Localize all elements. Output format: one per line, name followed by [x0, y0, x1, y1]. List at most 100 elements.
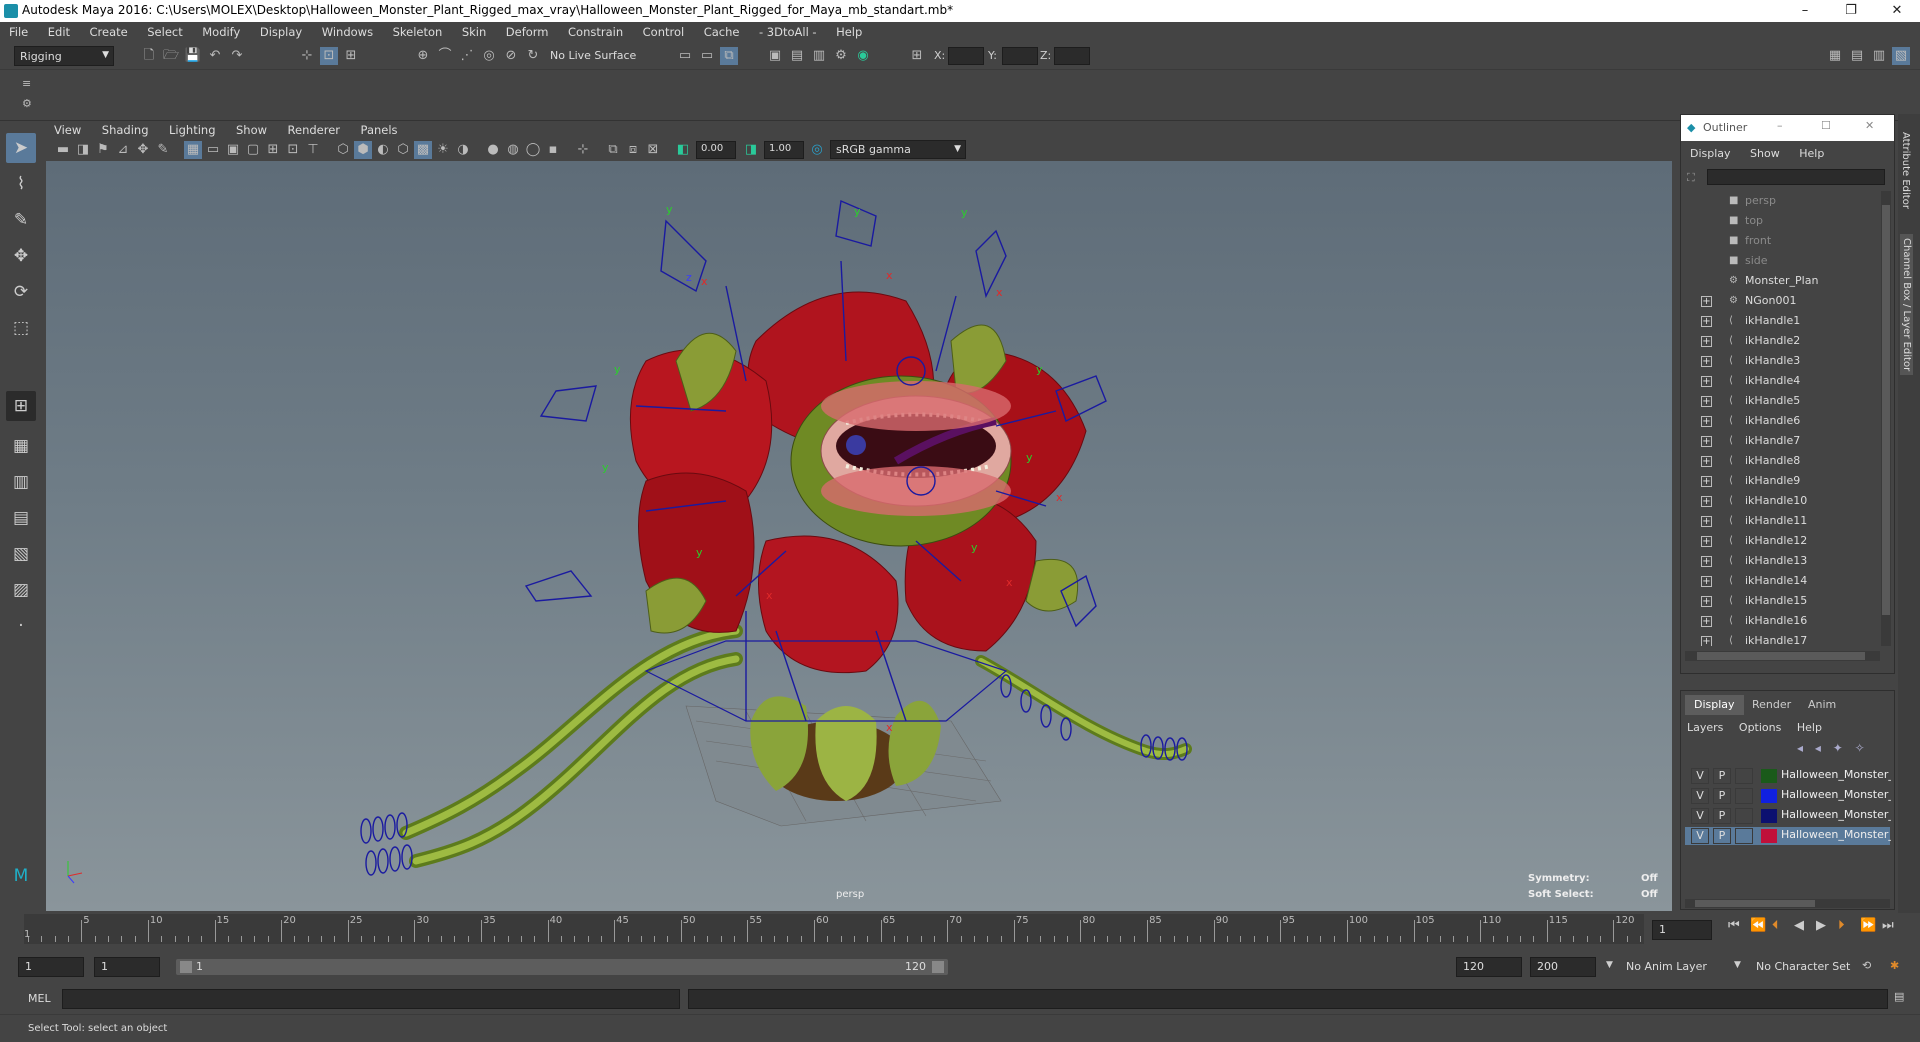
range-end-handle[interactable]	[932, 961, 944, 973]
panel-menu-lighting[interactable]: Lighting	[159, 121, 222, 137]
range-start-handle[interactable]	[180, 961, 192, 973]
menu-deform[interactable]: Deform	[497, 22, 556, 39]
hypershade-icon[interactable]: ◉	[854, 47, 872, 65]
outliner-item[interactable]: + ⟨ ikHandle7	[1685, 431, 1880, 451]
input-ops-icon[interactable]: ▭	[676, 47, 694, 65]
output-ops-icon[interactable]: ▭	[698, 47, 716, 65]
panel-menu-renderer[interactable]: Renderer	[278, 121, 348, 137]
outliner-item[interactable]: + ⟨ ikHandle3	[1685, 351, 1880, 371]
gate-mask-icon[interactable]: ▢	[244, 141, 262, 159]
expand-icon[interactable]: +	[1701, 376, 1712, 387]
layer-row[interactable]: V P Halloween_Monster_P	[1685, 827, 1891, 845]
outliner-hscrollbar[interactable]	[1685, 651, 1880, 661]
outliner-item[interactable]: ■ front	[1685, 231, 1880, 251]
layer-playback-toggle[interactable]: P	[1713, 828, 1731, 844]
menu-select[interactable]: Select	[138, 22, 189, 39]
anim-layer-dropdown[interactable]: ▼ No Anim Layer	[1604, 957, 1724, 977]
live-surface-label[interactable]: No Live Surface	[550, 49, 636, 62]
minimize-icon[interactable]: –	[1777, 119, 1783, 132]
layer-playback-toggle[interactable]: P	[1713, 808, 1731, 824]
select-hierarchy-icon[interactable]: ⊹	[298, 47, 316, 65]
outliner-item[interactable]: + ⟨ ikHandle9	[1685, 471, 1880, 491]
menu-constrain[interactable]: Constrain	[559, 22, 630, 39]
safe-action-icon[interactable]: ⊡	[284, 141, 302, 159]
layer-row[interactable]: V P Halloween_Monster_P	[1685, 807, 1891, 825]
step-back-frame-icon[interactable]: ⏴	[1772, 918, 1779, 933]
outliner-item[interactable]: + ⟨ ikHandle6	[1685, 411, 1880, 431]
layer-display-type-toggle[interactable]	[1735, 788, 1753, 804]
move-tool-icon[interactable]: ✥	[6, 241, 36, 271]
layer-tab-render[interactable]: Render	[1743, 695, 1800, 715]
rotate-tool-icon[interactable]: ⟳	[6, 277, 36, 307]
outliner-item[interactable]: + ⟨ ikHandle11	[1685, 511, 1880, 531]
layer-color-swatch[interactable]	[1761, 829, 1777, 843]
xray-icon[interactable]: ⧉	[604, 141, 622, 159]
outliner-item[interactable]: ■ persp	[1685, 191, 1880, 211]
expand-layouts-icon[interactable]: ·	[6, 611, 36, 641]
menu-skeleton[interactable]: Skeleton	[384, 22, 450, 39]
expand-icon[interactable]: +	[1701, 516, 1712, 527]
motion-blur-icon[interactable]: ◍	[504, 141, 522, 159]
gamma-field[interactable]: 1.00	[764, 141, 804, 159]
new-scene-icon[interactable]: 🗋	[140, 47, 158, 65]
outliner-item[interactable]: + ⟨ ikHandle10	[1685, 491, 1880, 511]
layer-visibility-toggle[interactable]: V	[1691, 808, 1709, 824]
render-view-icon[interactable]: ▣	[766, 47, 784, 65]
gamma-icon[interactable]: ◨	[742, 141, 760, 159]
scene-end-field[interactable]: 200	[1530, 957, 1596, 977]
layer-menu-options[interactable]: Options	[1739, 721, 1781, 734]
outliner-item[interactable]: + ⚙ NGon001	[1685, 291, 1880, 311]
snap-grid-icon[interactable]: ⊕	[414, 47, 432, 65]
expand-icon[interactable]: +	[1701, 536, 1712, 547]
playback-end-field[interactable]: 120	[1456, 957, 1522, 977]
minimize-button[interactable]: –	[1782, 0, 1828, 22]
menu-create[interactable]: Create	[81, 22, 135, 39]
render-current-icon[interactable]: ▤	[788, 47, 806, 65]
menu-file[interactable]: File	[0, 22, 35, 39]
range-slider-bar[interactable]: 1 120	[176, 959, 948, 975]
layer-visibility-toggle[interactable]: V	[1691, 768, 1709, 784]
layer-tab-display[interactable]: Display	[1685, 695, 1744, 715]
toggle-tool-settings-icon[interactable]: ▥	[1870, 47, 1888, 65]
outliner-item[interactable]: ⚙ Monster_Plan	[1685, 271, 1880, 291]
play-backward-icon[interactable]: ◀	[1794, 918, 1804, 933]
outliner-item[interactable]: + ⟨ ikHandle16	[1685, 611, 1880, 631]
transform-input-icon[interactable]: ⊞	[908, 47, 926, 65]
expand-icon[interactable]: +	[1701, 416, 1712, 427]
panel-menu-shading[interactable]: Shading	[92, 121, 156, 137]
resolution-gate-icon[interactable]: ▣	[224, 141, 242, 159]
undo-icon[interactable]: ↶	[206, 47, 224, 65]
filter-icon[interactable]: ⛶	[1687, 171, 1695, 185]
z-field[interactable]	[1054, 47, 1090, 65]
new-layer-icon[interactable]: ✦	[1833, 741, 1843, 755]
channel-box-tab[interactable]: Channel Box / Layer Editor	[1900, 234, 1913, 376]
expand-icon[interactable]: +	[1701, 336, 1712, 347]
playback-start-field[interactable]: 1	[94, 957, 160, 977]
exposure-icon[interactable]: ◧	[674, 141, 692, 159]
scene-start-field[interactable]: 1	[18, 957, 84, 977]
expand-icon[interactable]: +	[1701, 596, 1712, 607]
xray-components-icon[interactable]: ⊠	[644, 141, 662, 159]
render-settings-icon[interactable]: ⚙	[832, 47, 850, 65]
snap-curve-icon[interactable]: ⌒	[436, 47, 454, 65]
close-button[interactable]: ✕	[1874, 0, 1920, 22]
four-view-layout-icon[interactable]: ▦	[6, 431, 36, 461]
outliner-item[interactable]: + ⟨ ikHandle1	[1685, 311, 1880, 331]
layer-row[interactable]: V P Halloween_Monster_P	[1685, 787, 1891, 805]
expand-icon[interactable]: +	[1701, 356, 1712, 367]
snap-rotate-icon[interactable]: ↻	[524, 47, 542, 65]
move-layer-down-icon[interactable]: ◂	[1815, 741, 1821, 755]
step-back-key-icon[interactable]: ⏪	[1750, 918, 1766, 933]
menu-3dtoall[interactable]: - 3DtoAll -	[750, 22, 824, 39]
layer-display-type-toggle[interactable]	[1735, 768, 1753, 784]
menu-display[interactable]: Display	[251, 22, 309, 39]
layer-tab-anim[interactable]: Anim	[1799, 695, 1845, 715]
shelf-settings-icon[interactable]: ⚙	[22, 97, 32, 110]
y-field[interactable]	[1002, 47, 1038, 65]
open-scene-icon[interactable]: 🗁	[162, 47, 180, 65]
go-to-start-icon[interactable]: ⏮	[1728, 918, 1740, 933]
select-tool-icon[interactable]: ➤	[6, 133, 36, 163]
camera-select-icon[interactable]: ▬	[54, 141, 72, 159]
character-set-dropdown[interactable]: ▼ No Character Set	[1732, 957, 1862, 977]
x-field[interactable]	[948, 47, 984, 65]
